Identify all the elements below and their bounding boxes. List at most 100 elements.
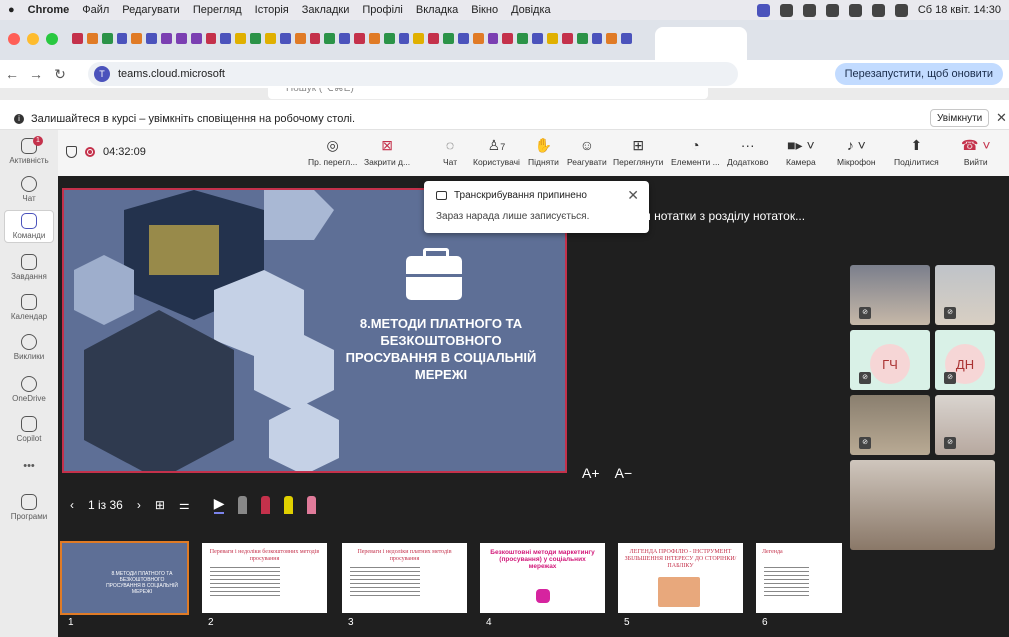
tab-favicon[interactable] bbox=[502, 33, 514, 44]
tab-favicon[interactable] bbox=[547, 33, 558, 44]
close-window-button[interactable] bbox=[8, 33, 20, 45]
address-text[interactable]: teams.cloud.microsoft bbox=[118, 68, 225, 80]
control-center-icon[interactable] bbox=[894, 3, 908, 17]
tab-favicon[interactable] bbox=[354, 33, 365, 44]
rail-more-button[interactable]: ••• bbox=[4, 460, 54, 472]
tab-favicon[interactable] bbox=[161, 33, 172, 44]
status-app-icon[interactable] bbox=[825, 3, 839, 17]
close-icon[interactable]: ✕ bbox=[996, 110, 1007, 126]
tab-favicon[interactable] bbox=[294, 33, 306, 44]
tab-favicon[interactable] bbox=[591, 33, 603, 44]
participant-tile[interactable]: ГЧ ⊘ bbox=[850, 330, 930, 390]
chat-button[interactable]: ◌ Чат bbox=[443, 137, 457, 167]
minimize-window-button[interactable] bbox=[27, 33, 39, 45]
teams-search-input[interactable]: Пошук (⌥⌘E) bbox=[268, 88, 708, 99]
tab-favicon[interactable] bbox=[250, 33, 261, 44]
rail-item-copilot[interactable]: Copilot bbox=[4, 416, 54, 443]
active-tab[interactable] bbox=[655, 27, 747, 60]
participant-tile[interactable]: ДН ⊘ bbox=[935, 330, 995, 390]
view-layout-button[interactable]: ⊞ Переглянути bbox=[613, 137, 663, 167]
participant-video[interactable]: ⊘ bbox=[935, 265, 995, 325]
grid-view-icon[interactable]: ⊞ bbox=[155, 498, 165, 512]
rail-item-chat[interactable]: Чат bbox=[4, 176, 54, 203]
rail-item-activity[interactable]: 1 Активність bbox=[4, 136, 54, 165]
tab-favicon[interactable] bbox=[146, 33, 158, 44]
relaunch-button[interactable]: Перезапустити, щоб оновити bbox=[834, 63, 1003, 85]
tab-favicon[interactable] bbox=[517, 33, 529, 44]
raise-hand-button[interactable]: ✋ Підняти bbox=[528, 137, 559, 167]
menu-bookmarks[interactable]: Закладки bbox=[302, 4, 350, 16]
tab-favicons[interactable] bbox=[72, 33, 633, 46]
zoom-window-button[interactable] bbox=[46, 33, 58, 45]
tab-favicon[interactable] bbox=[72, 33, 83, 44]
laser-pen-icon[interactable] bbox=[238, 496, 248, 514]
menu-tab[interactable]: Вкладка bbox=[416, 4, 458, 16]
close-icon[interactable]: ✕ bbox=[627, 187, 639, 204]
rail-item-calendar[interactable]: Календар bbox=[4, 294, 54, 321]
status-app-icon[interactable] bbox=[756, 3, 770, 17]
increase-font-button[interactable]: A+ bbox=[582, 465, 600, 481]
participant-video-active[interactable] bbox=[850, 460, 995, 550]
slide-thumbnail[interactable]: Легенда 6 bbox=[756, 543, 842, 628]
tab-favicon[interactable] bbox=[205, 33, 217, 44]
react-button[interactable]: ☺ Реагувати bbox=[567, 137, 607, 167]
tab-favicon[interactable] bbox=[428, 33, 440, 44]
view-button[interactable]: ◎ Пр. перегл... bbox=[308, 137, 357, 167]
menu-window[interactable]: Вікно bbox=[471, 4, 498, 16]
tab-favicon[interactable] bbox=[383, 33, 395, 44]
decrease-font-button[interactable]: A− bbox=[615, 465, 633, 481]
tab-favicon[interactable] bbox=[339, 33, 351, 44]
people-button[interactable]: ♙7 Користувачі bbox=[473, 137, 520, 167]
red-pen-icon[interactable] bbox=[261, 496, 271, 514]
participant-video[interactable]: ⊘ bbox=[935, 395, 995, 455]
back-icon[interactable]: ← bbox=[0, 66, 24, 82]
slide-thumbnail[interactable]: Переваги і недоліки безкоштовних методів… bbox=[202, 543, 327, 628]
camera-button[interactable]: ■▸ ˅ Камера bbox=[786, 137, 816, 167]
tab-favicon[interactable] bbox=[86, 33, 98, 44]
tab-favicon[interactable] bbox=[324, 33, 336, 44]
tab-favicon[interactable] bbox=[279, 33, 291, 44]
tab-favicon[interactable] bbox=[621, 33, 633, 44]
tab-favicon[interactable] bbox=[457, 33, 469, 44]
tab-favicon[interactable] bbox=[576, 33, 588, 44]
eraser-icon[interactable] bbox=[307, 496, 317, 514]
next-slide-icon[interactable]: › bbox=[137, 498, 141, 512]
pointer-icon[interactable]: ▶ bbox=[213, 495, 225, 514]
tab-favicon[interactable] bbox=[175, 33, 187, 44]
menu-view[interactable]: Перегляд bbox=[193, 4, 242, 16]
tab-favicon[interactable] bbox=[368, 33, 380, 44]
settings-sliders-icon[interactable]: ⚌ bbox=[179, 498, 190, 512]
apple-icon[interactable]: ● bbox=[8, 4, 15, 16]
tab-favicon[interactable] bbox=[235, 33, 247, 44]
menu-history[interactable]: Історія bbox=[255, 4, 289, 16]
tab-favicon[interactable] bbox=[131, 33, 143, 44]
menu-app-name[interactable]: Chrome bbox=[28, 4, 70, 16]
menu-edit[interactable]: Редагувати bbox=[122, 4, 180, 16]
enable-notifications-button[interactable]: Увімкнути bbox=[930, 109, 990, 127]
rail-item-teams[interactable]: Команди bbox=[4, 210, 54, 243]
tab-favicon[interactable] bbox=[309, 33, 321, 44]
tab-favicon[interactable] bbox=[116, 33, 128, 44]
tab-favicon[interactable] bbox=[443, 33, 454, 44]
tab-favicon[interactable] bbox=[606, 33, 618, 44]
search-icon[interactable] bbox=[871, 3, 885, 17]
tab-favicon[interactable] bbox=[398, 33, 410, 44]
tab-favicon[interactable] bbox=[101, 33, 113, 44]
rail-item-tasks[interactable]: Завдання bbox=[4, 254, 54, 281]
rail-item-calls[interactable]: Виклики bbox=[4, 334, 54, 361]
menu-clock[interactable]: Сб 18 квіт. 14:30 bbox=[918, 4, 1001, 16]
slide-thumbnail[interactable]: Безкоштовні методи маркетингу (просуванн… bbox=[480, 543, 605, 628]
close-presentation-button[interactable]: ⊠ Закрити д... bbox=[364, 137, 410, 167]
tab-favicon[interactable] bbox=[190, 33, 202, 44]
tab-favicon[interactable] bbox=[264, 33, 276, 44]
menu-file[interactable]: Файл bbox=[82, 4, 109, 16]
forward-icon[interactable]: → bbox=[24, 66, 48, 82]
tab-favicon[interactable] bbox=[220, 33, 232, 44]
participant-video[interactable]: ⊘ bbox=[850, 395, 930, 455]
slide-thumbnail[interactable]: ЛЕГЕНДА ПРОФІЛЮ - ІНСТРУМЕНТ ЗБІЛЬШЕННЯ … bbox=[618, 543, 743, 628]
participant-video[interactable]: ⊘ bbox=[850, 265, 930, 325]
more-button[interactable]: ··· Додатково bbox=[727, 137, 768, 167]
rail-item-onedrive[interactable]: OneDrive bbox=[4, 376, 54, 403]
address-bar[interactable]: T teams.cloud.microsoft bbox=[88, 62, 738, 86]
menu-help[interactable]: Довідка bbox=[511, 4, 551, 16]
